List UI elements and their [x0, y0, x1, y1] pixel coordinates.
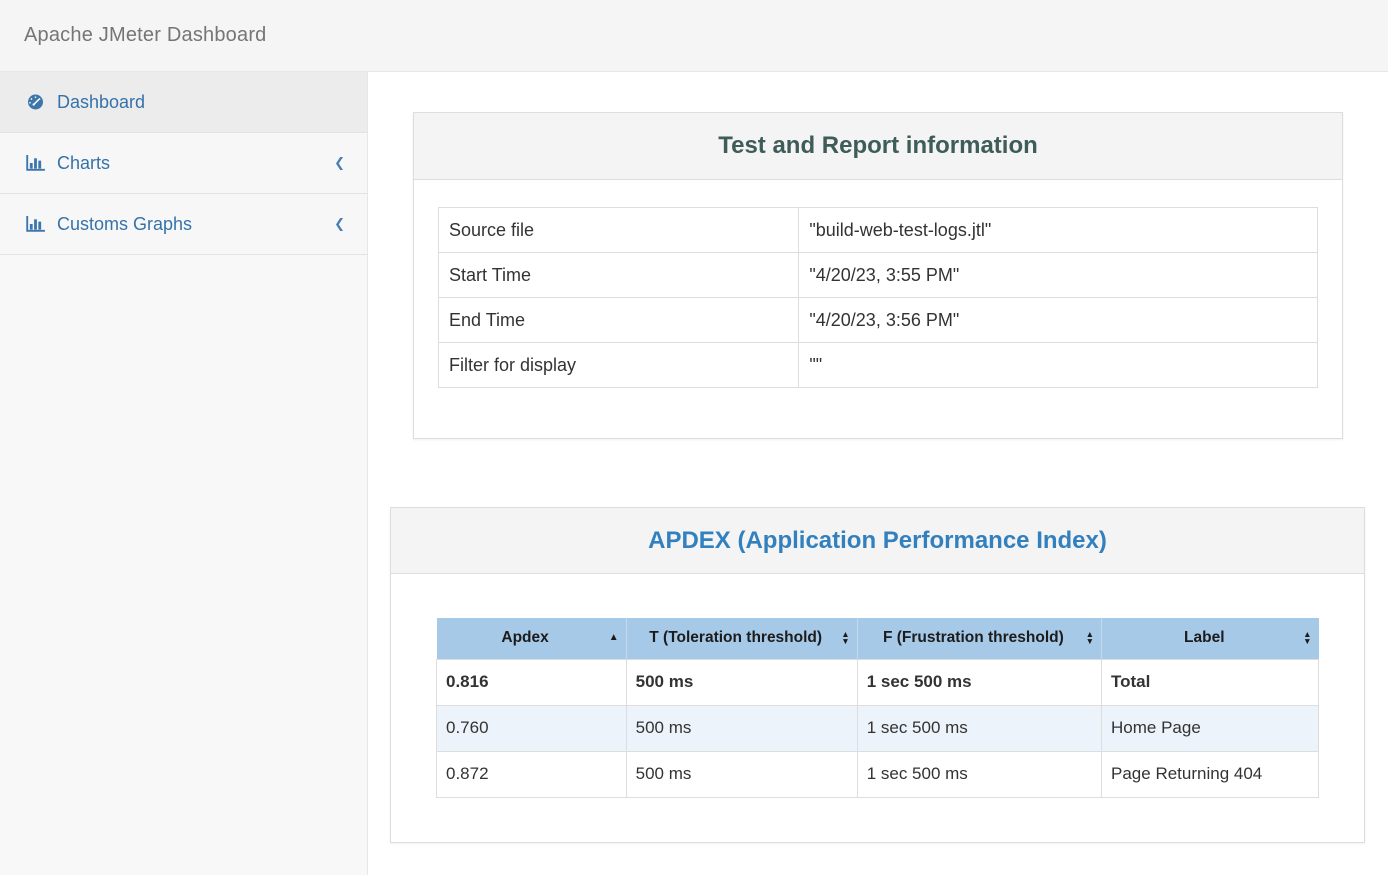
- sidebar-item-label: Customs Graphs: [57, 214, 334, 235]
- info-row-value: "4/20/23, 3:56 PM": [799, 298, 1318, 343]
- apdex-value-cell: 0.816: [437, 659, 627, 705]
- apdex-title: APDEX (Application Performance Index): [648, 527, 1107, 555]
- label-cell: Total: [1102, 659, 1319, 705]
- apdex-table: Apdex ▲ T (Toleration threshold) ▲ ▼: [436, 618, 1319, 798]
- info-row-label: End Time: [439, 298, 799, 343]
- gauge-icon: [26, 93, 50, 111]
- label-cell: Page Returning 404: [1102, 751, 1319, 797]
- frustration-cell: 1 sec 500 ms: [857, 751, 1101, 797]
- bar-chart-icon: [26, 216, 50, 232]
- apdex-body: Apdex ▲ T (Toleration threshold) ▲ ▼: [391, 574, 1364, 798]
- test-report-info-panel: Test and Report information Source file …: [413, 112, 1343, 439]
- app-header: Apache JMeter Dashboard: [0, 0, 1388, 72]
- table-row: Source file "build-web-test-logs.jtl": [439, 208, 1318, 253]
- test-report-info-body: Source file "build-web-test-logs.jtl" St…: [414, 180, 1342, 415]
- table-row: 0.816 500 ms 1 sec 500 ms Total: [437, 659, 1319, 705]
- info-row-value: "": [799, 343, 1318, 388]
- table-row: 0.872 500 ms 1 sec 500 ms Page Returning…: [437, 751, 1319, 797]
- chevron-left-icon: ❮: [334, 216, 345, 232]
- column-header-label: F (Frustration threshold): [883, 629, 1064, 646]
- sidebar-item-charts[interactable]: Charts ❮: [0, 133, 367, 194]
- column-header-label: T (Toleration threshold): [649, 629, 822, 646]
- table-row: End Time "4/20/23, 3:56 PM": [439, 298, 1318, 343]
- column-header-toleration[interactable]: T (Toleration threshold) ▲ ▼: [626, 618, 857, 659]
- sort-both-icon: ▲ ▼: [841, 631, 849, 645]
- info-row-label: Start Time: [439, 253, 799, 298]
- main-content: Test and Report information Source file …: [369, 73, 1388, 875]
- column-header-label[interactable]: Label ▲ ▼: [1102, 618, 1319, 659]
- apdex-table-header-row: Apdex ▲ T (Toleration threshold) ▲ ▼: [437, 618, 1319, 659]
- column-header-label: Apdex: [501, 629, 548, 646]
- sidebar-item-dashboard[interactable]: Dashboard: [0, 72, 367, 133]
- chevron-left-icon: ❮: [334, 155, 345, 171]
- apdex-value-cell: 0.760: [437, 705, 627, 751]
- sort-both-icon: ▲ ▼: [1303, 631, 1311, 645]
- test-report-info-title: Test and Report information: [718, 132, 1038, 160]
- frustration-cell: 1 sec 500 ms: [857, 705, 1101, 751]
- info-row-label: Source file: [439, 208, 799, 253]
- sidebar-item-label: Charts: [57, 153, 334, 174]
- toleration-cell: 500 ms: [626, 659, 857, 705]
- frustration-cell: 1 sec 500 ms: [857, 659, 1101, 705]
- column-header-label: Label: [1184, 629, 1224, 646]
- toleration-cell: 500 ms: [626, 751, 857, 797]
- sidebar-item-customs-graphs[interactable]: Customs Graphs ❮: [0, 194, 367, 255]
- toleration-cell: 500 ms: [626, 705, 857, 751]
- table-row: Filter for display "": [439, 343, 1318, 388]
- info-row-value: "build-web-test-logs.jtl": [799, 208, 1318, 253]
- bar-chart-icon: [26, 155, 50, 171]
- test-report-info-table: Source file "build-web-test-logs.jtl" St…: [438, 207, 1318, 388]
- column-header-frustration[interactable]: F (Frustration threshold) ▲ ▼: [857, 618, 1101, 659]
- apdex-value-cell: 0.872: [437, 751, 627, 797]
- sort-both-icon: ▲ ▼: [1086, 631, 1094, 645]
- info-row-label: Filter for display: [439, 343, 799, 388]
- table-row: Start Time "4/20/23, 3:55 PM": [439, 253, 1318, 298]
- apdex-header: APDEX (Application Performance Index): [391, 508, 1364, 574]
- apdex-panel: APDEX (Application Performance Index) Ap…: [390, 507, 1365, 843]
- app-title: Apache JMeter Dashboard: [24, 24, 267, 47]
- sidebar: Dashboard Charts ❮ Customs Graphs ❮: [0, 72, 368, 875]
- info-row-value: "4/20/23, 3:55 PM": [799, 253, 1318, 298]
- table-row: 0.760 500 ms 1 sec 500 ms Home Page: [437, 705, 1319, 751]
- sidebar-item-label: Dashboard: [57, 92, 349, 113]
- label-cell: Home Page: [1102, 705, 1319, 751]
- sort-ascending-icon: ▲: [609, 633, 619, 643]
- test-report-info-header: Test and Report information: [414, 113, 1342, 180]
- column-header-apdex[interactable]: Apdex ▲: [437, 618, 627, 659]
